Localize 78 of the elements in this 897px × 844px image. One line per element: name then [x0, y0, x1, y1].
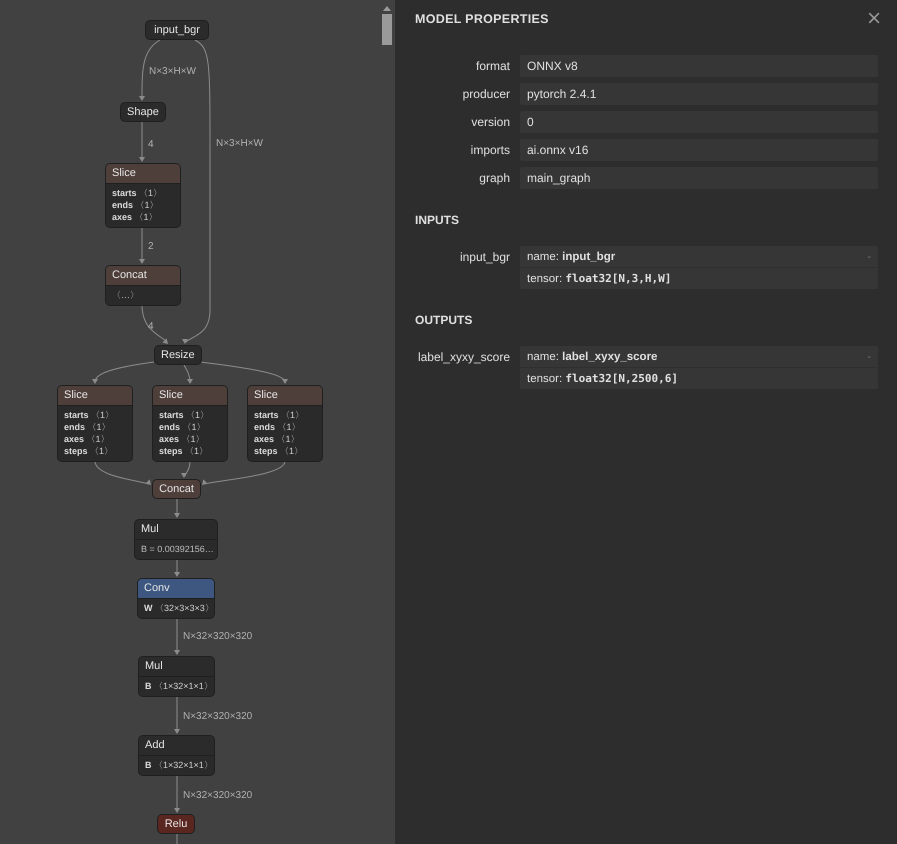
node-attribute: W 〈32×3×3×3〉 [144, 602, 208, 614]
edge-label: N×32×320×320 [183, 790, 252, 802]
graph-node[interactable]: Mul B 〈1×32×1×1〉 [138, 656, 215, 697]
argument-name: name: input_bgr [527, 250, 616, 262]
node-title: Slice [153, 386, 227, 406]
close-button[interactable]: × [866, 8, 882, 28]
graph-node[interactable]: Shape [120, 102, 166, 122]
section-title: OUTPUTS [415, 313, 474, 327]
graph-node[interactable]: input_bgr [145, 20, 209, 40]
property-label: producer [462, 86, 510, 103]
argument-label: input_bgr [458, 249, 510, 266]
node-attribute: ends 〈1〉 [159, 421, 207, 433]
node-attribute: axes 〈1〉 [254, 433, 301, 445]
node-attribute: starts 〈1〉 [112, 187, 164, 199]
graph-node[interactable]: Concat 〈…〉 [105, 265, 181, 306]
argument-label: label_xyxy_score [416, 349, 510, 366]
property-label: version [470, 114, 510, 131]
node-title: Conv [138, 579, 214, 599]
node-title: Concat [106, 266, 180, 286]
graph-node[interactable]: Slice starts 〈1〉 ends 〈1〉 axes 〈1〉 steps 〈1〉 [57, 385, 133, 462]
node-attribute: B = 0.00392156… [141, 543, 211, 555]
scroll-up-icon[interactable] [382, 4, 392, 12]
edge-arrow [184, 364, 193, 384]
panel-title: MODEL PROPERTIES [415, 10, 549, 26]
node-attribute: ends 〈1〉 [64, 421, 112, 433]
property-value: ai.onnx v16 [520, 139, 878, 161]
edge-arrow [139, 122, 145, 162]
property-value: 0 [520, 111, 878, 133]
property-value: pytorch 2.4.1 [520, 83, 878, 105]
node-attribute: B 〈1×32×1×1〉 [145, 759, 208, 771]
edge-label: 4 [148, 139, 154, 151]
graph-node[interactable]: Slice starts 〈1〉 ends 〈1〉 axes 〈1〉 steps 〈1〉 [152, 385, 228, 462]
node-attribute: axes 〈1〉 [159, 433, 206, 445]
edge-label: N×3×H×W [149, 66, 196, 78]
graph-node[interactable]: Mul B = 0.00392156… [134, 519, 218, 560]
node-title: Slice [58, 386, 132, 406]
node-attribute: ends 〈1〉 [254, 421, 302, 433]
node-title: Slice [106, 164, 180, 184]
property-label: graph [478, 170, 510, 187]
edge-label: 2 [148, 241, 154, 253]
graph-node[interactable]: Slice starts 〈1〉 ends 〈1〉 axes 〈1〉 steps 〈1〉 [247, 385, 323, 462]
edge-arrow [181, 460, 190, 478]
property-label: format [474, 58, 510, 75]
edge-arrow [94, 460, 151, 485]
node-attribute: steps 〈1〉 [64, 445, 114, 457]
edge-line [176, 834, 178, 844]
edge-arrow [92, 362, 154, 384]
graph-node[interactable]: Add B 〈1×32×1×1〉 [138, 735, 215, 776]
property-label: imports [470, 142, 510, 159]
node-attribute: B 〈1×32×1×1〉 [145, 680, 208, 692]
node-title: Slice [248, 386, 322, 406]
argument-name: name: label_xyxy_score [527, 350, 658, 362]
graph-node[interactable]: Concat [152, 479, 201, 499]
node-attribute: starts 〈1〉 [254, 409, 306, 421]
node-attribute: steps 〈1〉 [254, 445, 304, 457]
node-attribute: axes 〈1〉 [64, 433, 111, 445]
edge-arrow [142, 304, 168, 344]
graph-node[interactable]: Resize [154, 345, 202, 365]
node-attribute: ends 〈1〉 [112, 199, 160, 211]
argument-type: tensor: float32[N,2500,6] [527, 372, 678, 385]
edge-label: 4 [148, 321, 154, 333]
node-attribute: 〈…〉 [112, 289, 140, 301]
node-attribute: starts 〈1〉 [64, 409, 116, 421]
section-title: INPUTS [415, 213, 460, 227]
property-value: main_graph [520, 167, 878, 189]
node-attribute: starts 〈1〉 [159, 409, 210, 421]
graph-node[interactable]: Relu [157, 814, 195, 834]
edge-arrow [174, 498, 180, 518]
graph-node[interactable]: Slice starts 〈1〉 ends 〈1〉 axes 〈1〉 [105, 163, 181, 228]
node-attribute: axes 〈1〉 [112, 211, 159, 223]
graph-node[interactable]: Conv W 〈32×3×3×3〉 [137, 578, 215, 619]
argument-type: tensor: float32[N,3,H,W] [527, 272, 672, 285]
edge-arrow [174, 558, 180, 577]
edge-label: N×32×320×320 [183, 711, 252, 723]
node-attribute: steps 〈1〉 [159, 445, 210, 457]
edge-label: N×3×H×W [216, 138, 263, 150]
property-value: ONNX v8 [520, 55, 878, 77]
edge-label: N×32×320×320 [183, 631, 252, 643]
